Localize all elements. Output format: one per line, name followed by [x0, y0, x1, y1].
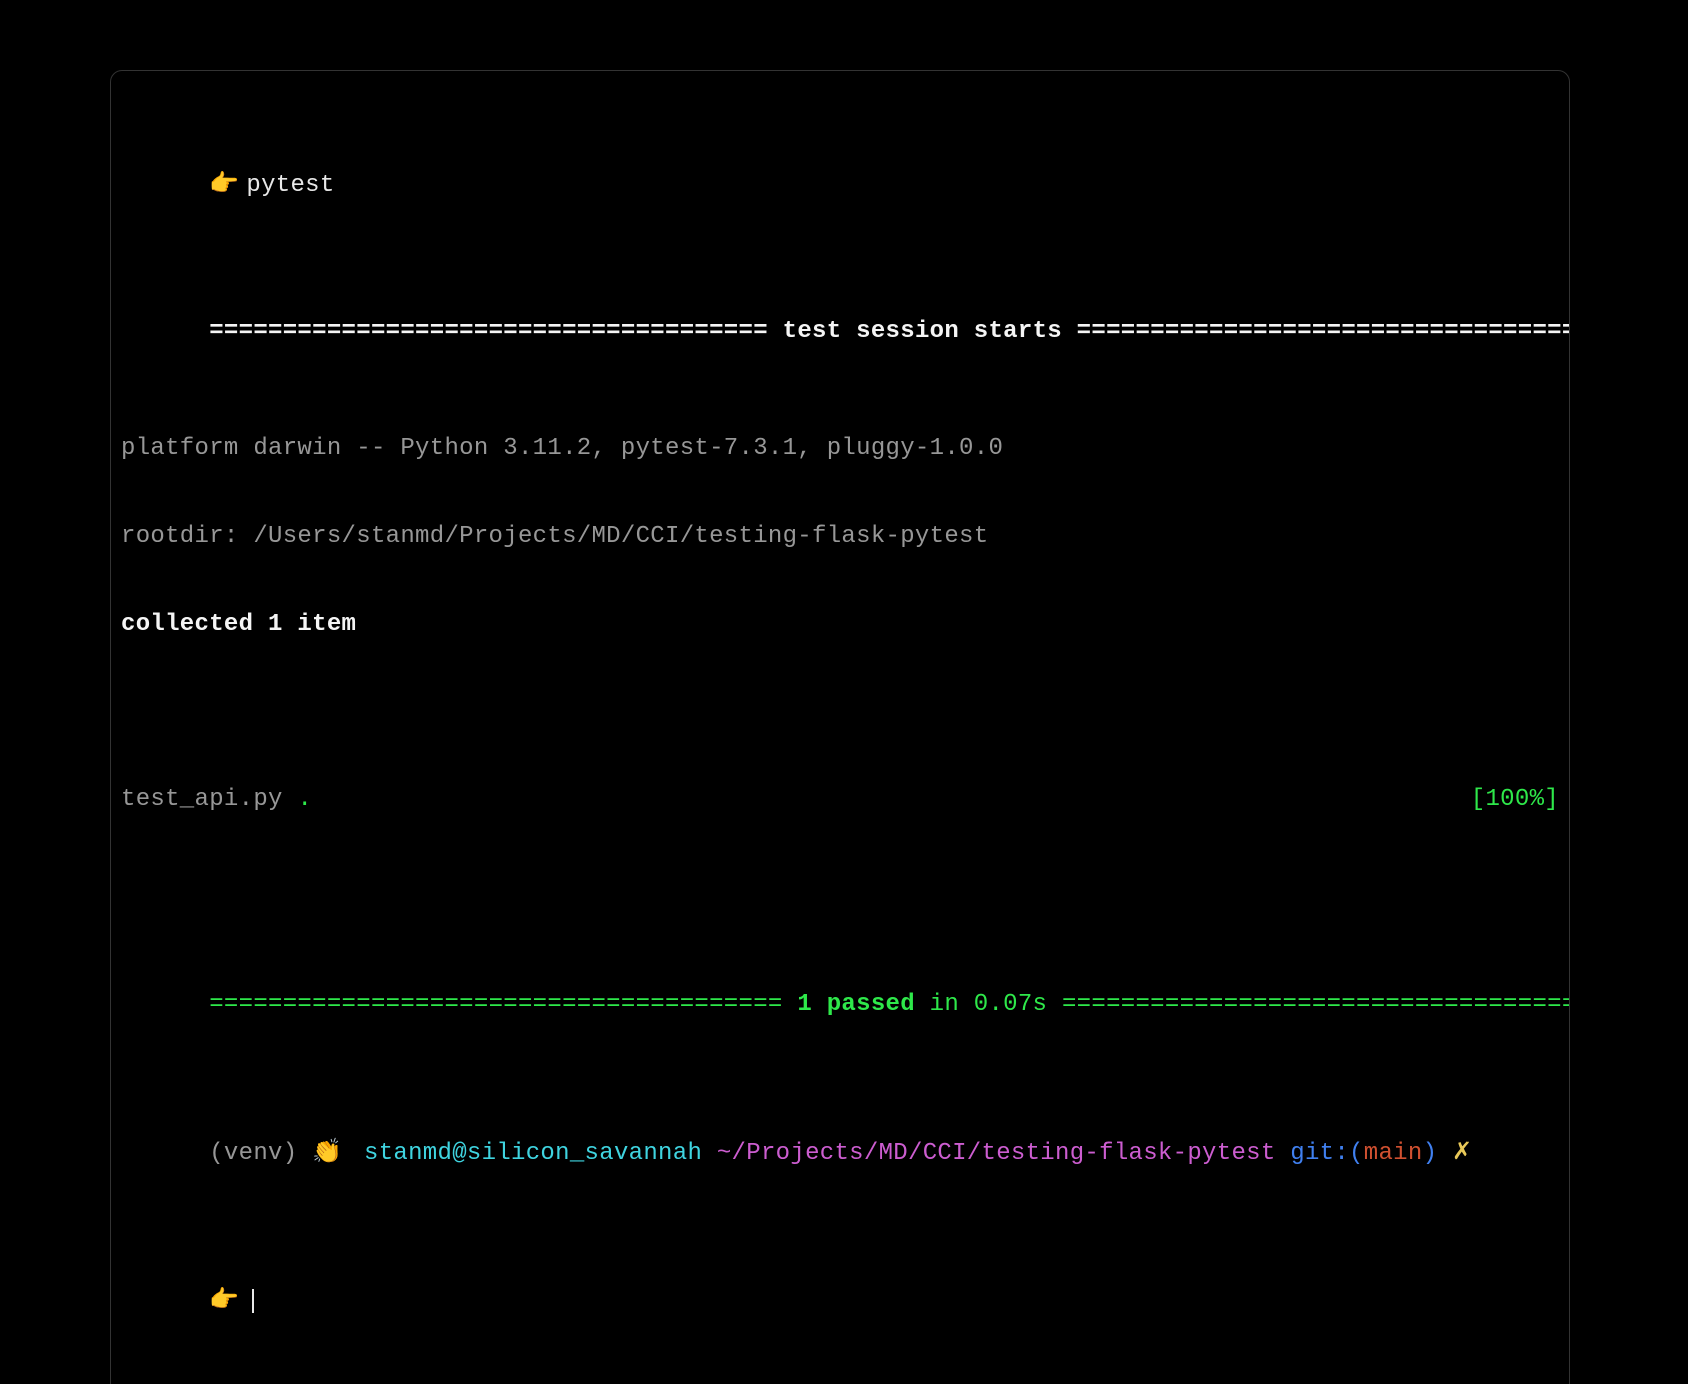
prompt-cwd: ~/Projects/MD/CCI/testing-flask-pytest [702, 1140, 1290, 1167]
prompt-dirty-indicator: ✗ [1452, 1140, 1472, 1167]
terminal-output[interactable]: 👉 pytest ===============================… [111, 71, 1569, 1384]
prompt-git-suffix: ) [1423, 1140, 1452, 1167]
session-header-right: ======================================= [1062, 318, 1569, 345]
terminal-window: 👉 pytest ===============================… [110, 70, 1570, 1384]
test-file: test_api.py [121, 786, 297, 813]
test-result-dot: . [297, 786, 312, 813]
footer-left: ======================================= [209, 991, 797, 1018]
pointer-icon: 👉 [209, 1286, 246, 1313]
footer-passed: 1 passed [797, 991, 915, 1018]
rootdir-line: rootdir: /Users/stanmd/Projects/MD/CCI/t… [121, 522, 1559, 551]
command-text: pytest [246, 172, 334, 199]
collected-line: collected 1 item [121, 610, 1559, 639]
prompt-user-host: stanmd@silicon_savannah [349, 1140, 702, 1167]
footer-duration: in 0.07s [915, 991, 1047, 1018]
session-header-title: test session starts [783, 318, 1062, 345]
platform-line: platform darwin -- Python 3.11.2, pytest… [121, 434, 1559, 463]
pointer-icon: 👉 [209, 170, 246, 197]
cursor [252, 1289, 254, 1313]
footer-right: ======================================= [1047, 991, 1569, 1018]
prompt-git-prefix: git:( [1290, 1140, 1364, 1167]
prompt-git-branch: main [1364, 1140, 1423, 1167]
clap-icon: 👏 [312, 1138, 349, 1165]
prompt-venv: (venv) [209, 1140, 312, 1167]
test-progress: [100%] [1471, 785, 1559, 814]
session-header-left: ====================================== [209, 318, 782, 345]
